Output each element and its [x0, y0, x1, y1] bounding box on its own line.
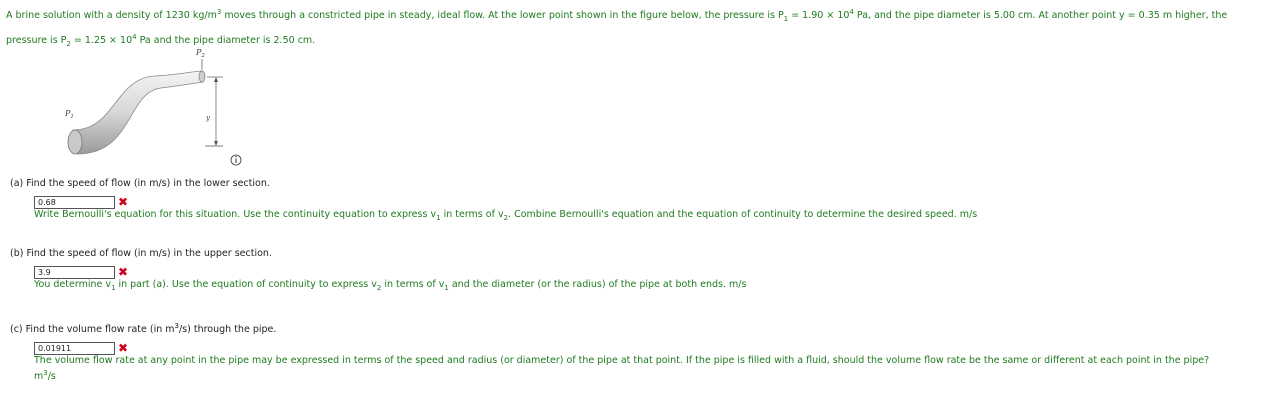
- part-c-question: (c) Find the volume flow rate (in m3/s) …: [10, 320, 1260, 336]
- part-c-answer-row: 0.01911 ✖: [34, 341, 1260, 355]
- part-b-feedback: You determine v1 in part (a). Use the eq…: [34, 279, 1260, 294]
- part-c-answer-input[interactable]: 0.01911: [34, 341, 115, 355]
- feedback-text: in part (a). Use the equation of continu…: [115, 279, 377, 290]
- part-a-answer-row: 0.68 ✖: [34, 195, 1260, 209]
- info-circle-icon[interactable]: [230, 154, 242, 166]
- part-b-answer-row: 3.9 ✖: [34, 265, 1260, 279]
- feedback-text: in terms of v: [381, 279, 445, 290]
- pipe-upper-end: [198, 70, 206, 83]
- problem-text: A brine solution with a density of 1230 …: [6, 10, 217, 22]
- incorrect-x-icon: ✖: [118, 194, 129, 209]
- problem-text: Pa and the pipe diameter is 2.50 cm.: [136, 35, 316, 47]
- part-b-question: (b) Find the speed of flow (in m/s) in t…: [10, 248, 272, 259]
- pipe-diagram: P2 P1 y: [64, 48, 242, 166]
- part-b-answer-input[interactable]: 3.9: [34, 265, 115, 279]
- part-a-answer-input[interactable]: 0.68: [34, 195, 115, 209]
- pipe-lower-end: [67, 129, 83, 155]
- part-c-feedback: The volume flow rate at any point in the…: [34, 355, 1260, 383]
- feedback-text: Write Bernoulli's equation for this situ…: [34, 209, 437, 220]
- pipe-figure: P2 P1 y: [55, 48, 255, 173]
- feedback-text: and the diameter (or the radius) of the …: [448, 279, 747, 290]
- problem-statement: A brine solution with a density of 1230 …: [6, 3, 1258, 53]
- part-c: (c) Find the volume flow rate (in m3/s) …: [10, 320, 1260, 383]
- incorrect-x-icon: ✖: [118, 340, 129, 355]
- part-b: (b) Find the speed of flow (in m/s) in t…: [10, 248, 1260, 294]
- problem-text: = 1.90 × 10: [788, 10, 850, 22]
- feedback-text: You determine v: [34, 279, 111, 290]
- unit-text: /s: [47, 371, 56, 383]
- feedback-text: in terms of v: [440, 209, 504, 220]
- y-label: y: [205, 114, 211, 122]
- y-arrow-down: [214, 141, 218, 146]
- feedback-text: . Combine Bernoulli's equation and the e…: [508, 209, 978, 220]
- incorrect-x-icon: ✖: [118, 264, 129, 279]
- unit-text: m: [34, 371, 44, 383]
- p2-label: P2: [195, 48, 205, 59]
- part-a: (a) Find the speed of flow (in m/s) in t…: [10, 178, 1260, 224]
- pipe-body: [72, 70, 204, 155]
- p1-label: P1: [64, 109, 74, 120]
- question-text: /s) through the pipe.: [178, 324, 277, 336]
- y-arrow-up: [214, 77, 218, 82]
- problem-text: = 1.25 × 10: [70, 35, 133, 47]
- problem-text: moves through a constricted pipe in stea…: [221, 10, 784, 22]
- part-a-feedback: Write Bernoulli's equation for this situ…: [34, 209, 1260, 224]
- part-a-question: (a) Find the speed of flow (in m/s) in t…: [10, 178, 270, 189]
- feedback-text: The volume flow rate at any point in the…: [34, 355, 1210, 367]
- question-text: (c) Find the volume flow rate (in m: [10, 324, 175, 336]
